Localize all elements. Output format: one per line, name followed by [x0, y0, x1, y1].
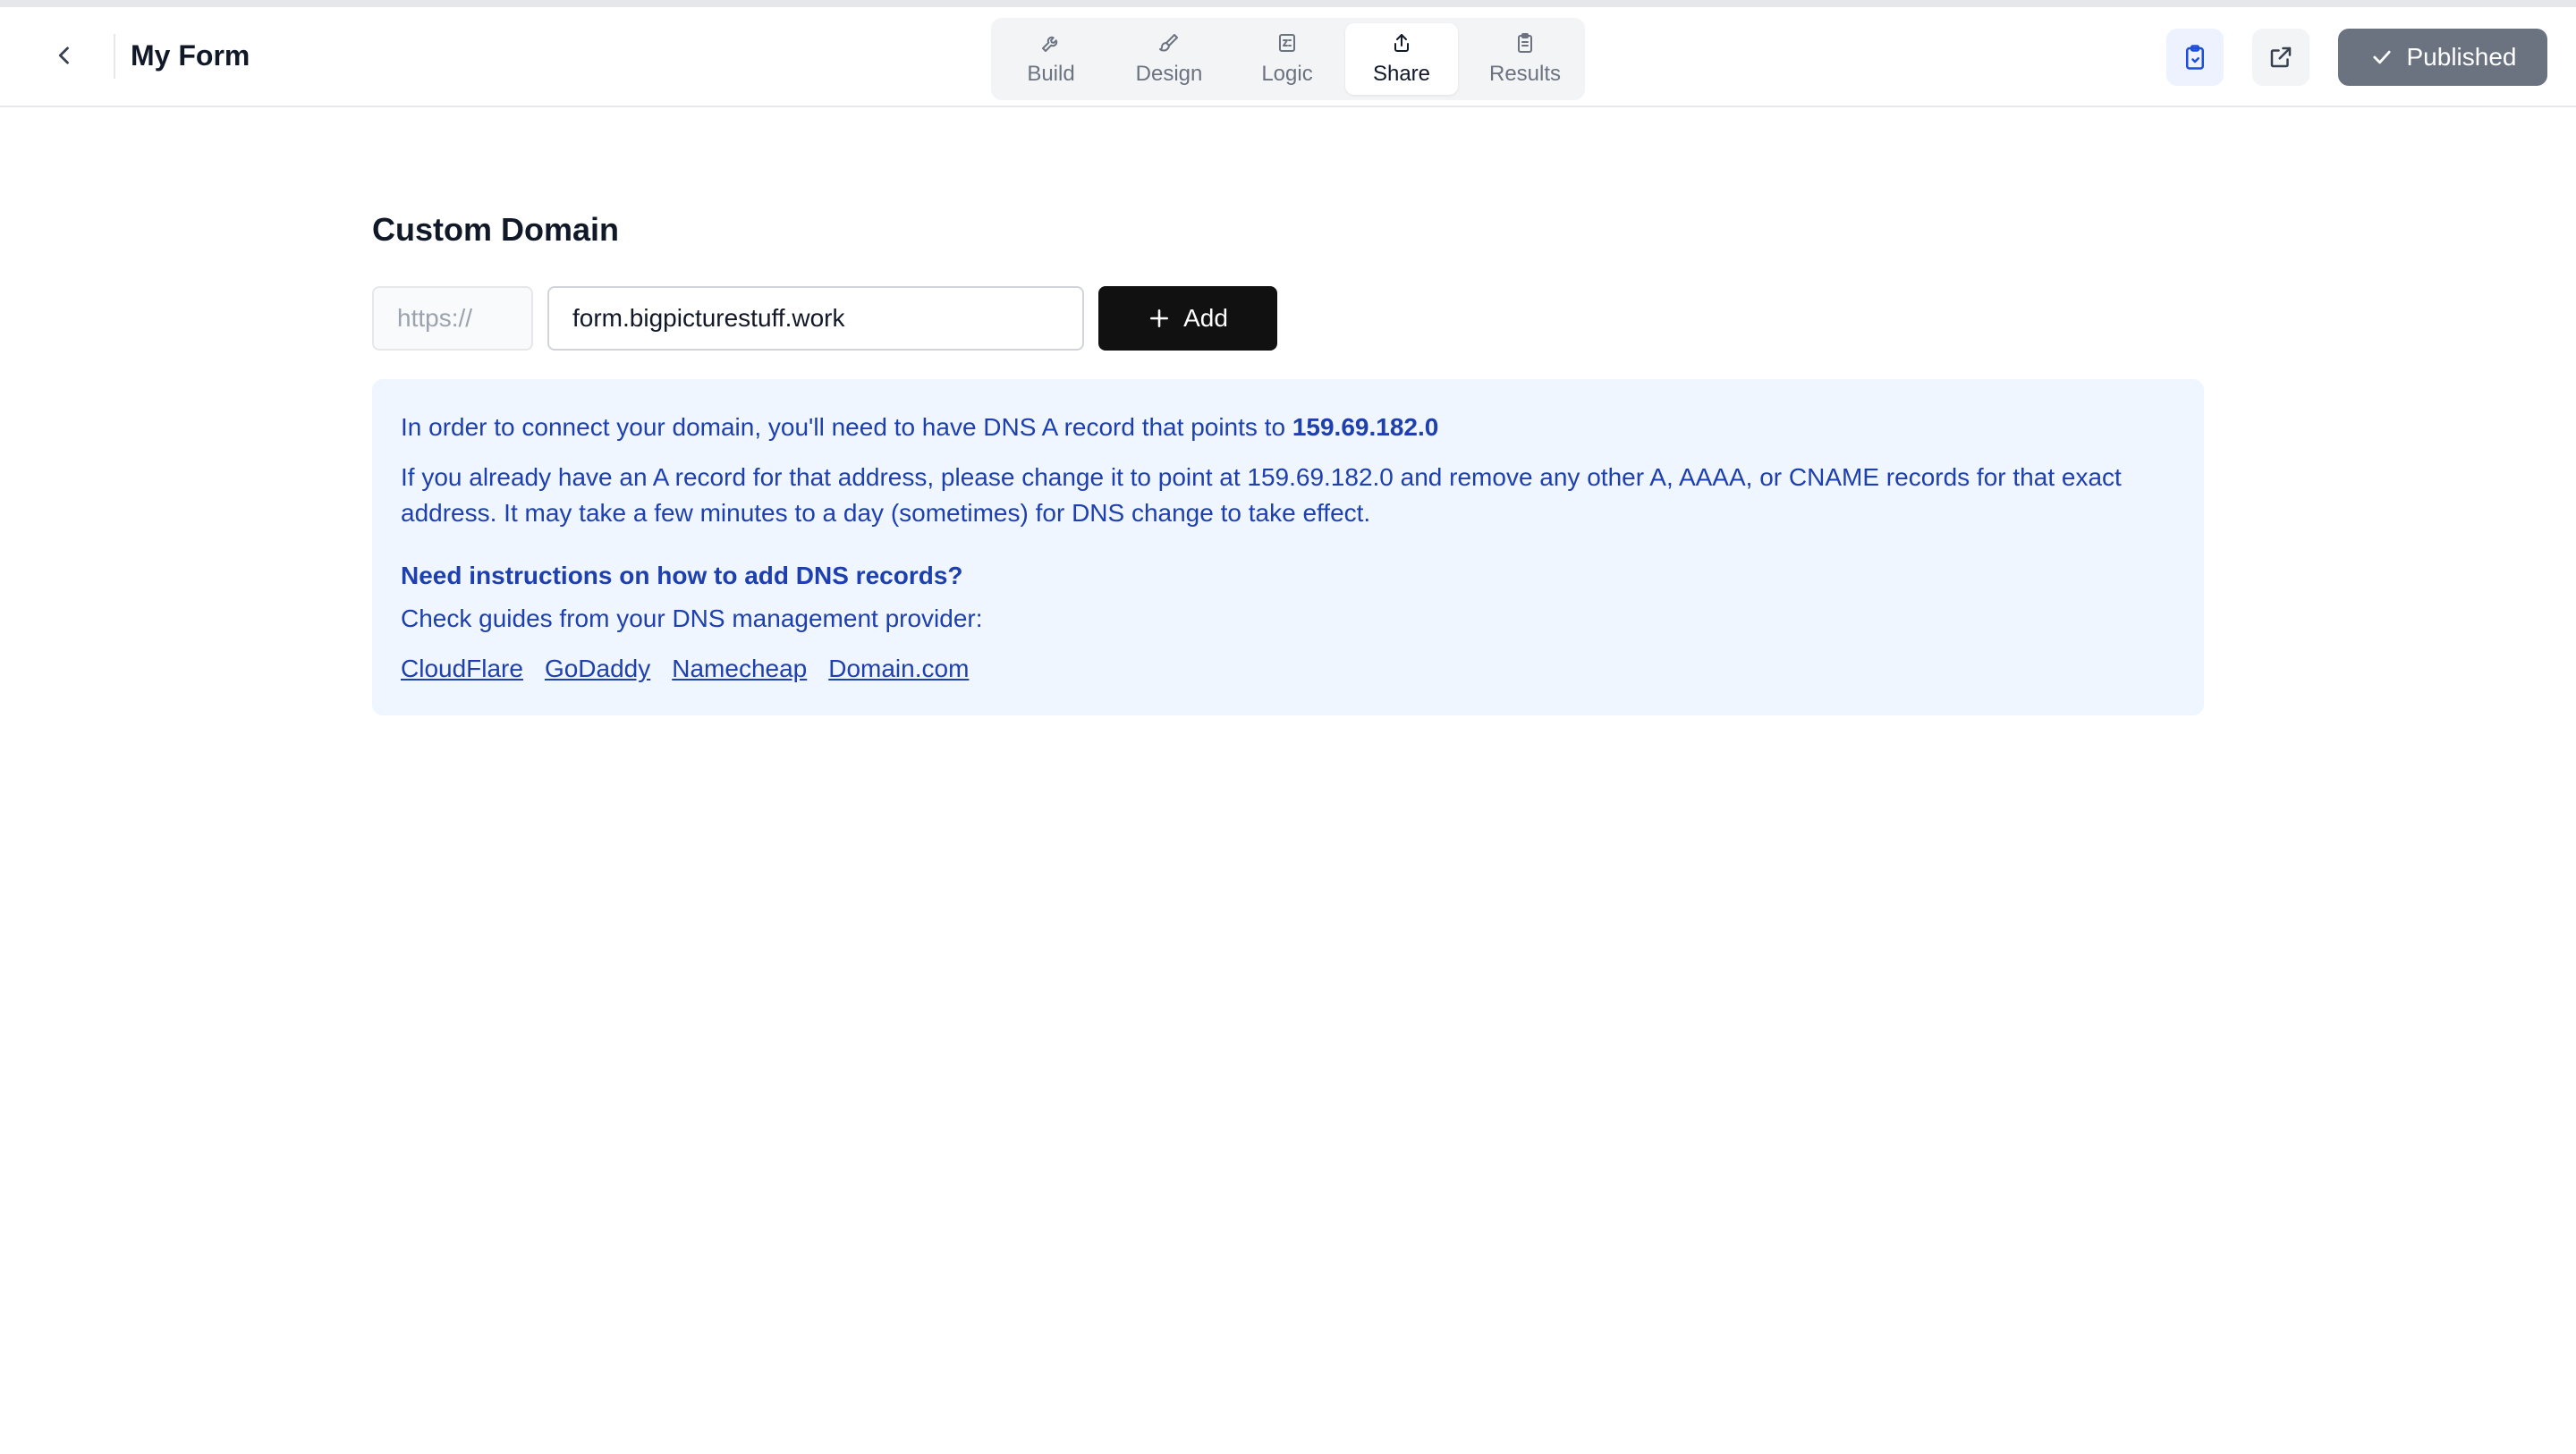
section-title: Custom Domain — [372, 211, 620, 248]
url-prefix: https:// — [372, 286, 533, 351]
tab-build[interactable]: Build — [996, 23, 1106, 95]
dns-info-box: In order to connect your domain, you'll … — [372, 379, 2204, 715]
external-link-icon — [2270, 46, 2292, 68]
dns-instructions-paragraph: If you already have an A record for that… — [401, 463, 2122, 527]
back-button[interactable] — [43, 34, 86, 77]
domain-input[interactable] — [547, 286, 1084, 351]
copy-clipboard-icon — [2186, 45, 2204, 70]
provider-link-domaincom[interactable]: Domain.com — [828, 651, 969, 687]
wrench-icon — [1039, 31, 1063, 55]
tab-label: Share — [1372, 62, 1431, 86]
tab-design[interactable]: Design — [1109, 23, 1229, 95]
provider-links: CloudFlare GoDaddy Namecheap Domain.com — [401, 651, 2175, 687]
clipboard-icon — [1513, 31, 1537, 55]
top-border — [0, 0, 2576, 7]
tab-bar: Build Design Logic Share Results — [991, 18, 1585, 100]
plus-icon — [1150, 309, 1169, 327]
header-bar: My Form Build Design Logic Share Results… — [0, 7, 2576, 107]
instructions-subtext: Check guides from your DNS management pr… — [401, 604, 983, 632]
provider-link-namecheap[interactable]: Namecheap — [672, 651, 807, 687]
tab-label: Build — [1027, 62, 1075, 86]
ip-address: 159.69.182.0 — [1292, 413, 1439, 441]
instructions-heading: Need instructions on how to add DNS reco… — [401, 562, 963, 589]
paintbrush-icon — [1157, 31, 1181, 55]
header-divider — [114, 34, 115, 79]
add-label: Add — [1183, 304, 1228, 332]
tab-label: Design — [1135, 62, 1203, 86]
published-label: Published — [2406, 43, 2517, 71]
provider-link-cloudflare[interactable]: CloudFlare — [401, 651, 523, 687]
chevron-left-icon — [58, 46, 69, 64]
share-icon — [1390, 31, 1413, 55]
tab-results[interactable]: Results — [1462, 23, 1589, 95]
form-title: My Form — [131, 39, 250, 72]
tab-share[interactable]: Share — [1345, 23, 1458, 95]
tab-label: Logic — [1261, 62, 1313, 86]
tab-label: Results — [1488, 62, 1562, 86]
dns-record-line: In order to connect your domain, you'll … — [401, 410, 2175, 445]
open-external-button[interactable] — [2252, 29, 2309, 86]
add-domain-button[interactable]: Add — [1098, 286, 1277, 351]
tab-logic[interactable]: Logic — [1233, 23, 1342, 95]
dns-record-text: In order to connect your domain, you'll … — [401, 413, 1286, 441]
copy-link-button[interactable] — [2166, 29, 2224, 86]
checkmark-icon — [2372, 50, 2391, 64]
published-button[interactable]: Published — [2338, 29, 2547, 86]
provider-link-godaddy[interactable]: GoDaddy — [545, 651, 650, 687]
logic-icon — [1275, 31, 1299, 55]
